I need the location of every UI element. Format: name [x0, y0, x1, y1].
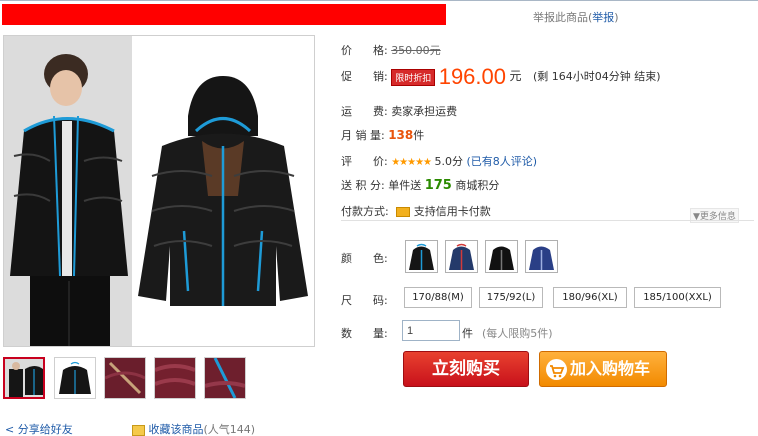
- buy-now-button[interactable]: 立刻购买: [403, 351, 529, 387]
- thumbnail-4[interactable]: [154, 357, 196, 399]
- cart-icon: [546, 359, 567, 380]
- shipping-value: 卖家承担运费: [391, 105, 458, 118]
- sales-unit: 件: [413, 129, 425, 142]
- quantity-label: 数 量:: [341, 327, 388, 340]
- thumbnail-2[interactable]: [54, 357, 96, 399]
- main-product-image[interactable]: [3, 35, 315, 347]
- points-prefix: 单件送: [388, 179, 422, 192]
- product-title-bar: [2, 4, 446, 25]
- points-label: 送 积 分:: [341, 179, 385, 192]
- price-label: 价 格:: [341, 44, 388, 57]
- quantity-unit: 件: [462, 327, 473, 340]
- credit-card-icon: [396, 207, 411, 217]
- add-to-cart-button[interactable]: 加入购物车: [539, 351, 667, 387]
- rating-value: 5.0分: [434, 155, 464, 168]
- folder-star-icon: [132, 424, 145, 436]
- quantity-input[interactable]: [402, 320, 460, 341]
- section-divider: [341, 220, 754, 221]
- color-swatch-navy[interactable]: [525, 240, 558, 273]
- original-price: 350.00元: [391, 44, 441, 57]
- promo-countdown: (剩 164小时04分钟 结束): [533, 70, 661, 83]
- payment-value: 支持信用卡付款: [413, 205, 491, 218]
- price-row: 价 格: 350.00元: [341, 42, 441, 58]
- shipping-label: 运 费:: [341, 105, 388, 118]
- size-option-xxl[interactable]: 185/100(XXL): [634, 287, 721, 308]
- rating-row: 评 价: ★★★★★ 5.0分 (已有8人评论): [341, 153, 537, 169]
- points-value: 175: [424, 178, 452, 193]
- size-option-xl[interactable]: 180/96(XL): [553, 287, 627, 308]
- color-swatch-navy-red[interactable]: [445, 240, 478, 273]
- sales-row: 月 销 量: 138件: [341, 127, 424, 143]
- rating-stars-icon: ★★★★★: [391, 157, 432, 168]
- promo-label: 促 销:: [341, 70, 388, 83]
- color-label: 颜 色:: [341, 252, 388, 265]
- promo-price: 196.00: [438, 64, 506, 89]
- favorite-label: 收藏该商品: [148, 423, 204, 436]
- shipping-row: 运 费: 卖家承担运费: [341, 103, 457, 119]
- promo-row: 促 销: 限时折扣 196.00 元 (剩 164小时04分钟 结束): [341, 64, 661, 90]
- promo-currency: 元: [509, 69, 522, 83]
- payment-row: 付款方式: 支持信用卡付款: [341, 203, 491, 219]
- report-prefix: 举报此商品: [533, 11, 588, 24]
- favorite-link[interactable]: 收藏该商品(人气144): [132, 421, 255, 436]
- thumbnail-1[interactable]: [3, 357, 45, 399]
- report-product[interactable]: 举报此商品(举报): [533, 9, 619, 25]
- size-option-l[interactable]: 175/92(L): [479, 287, 543, 308]
- points-row: 送 积 分: 单件送 175 商城积分: [341, 177, 499, 193]
- jacket-photo: [132, 36, 314, 346]
- promo-badge: 限时折扣: [391, 68, 436, 86]
- thumbnail-3[interactable]: [104, 357, 146, 399]
- sales-label: 月 销 量:: [341, 129, 385, 142]
- thumbnail-5[interactable]: [204, 357, 246, 399]
- size-option-m[interactable]: 170/88(M): [404, 287, 472, 308]
- color-swatch-black[interactable]: [485, 240, 518, 273]
- sales-value: 138: [388, 128, 414, 142]
- size-label: 尺 码:: [341, 294, 388, 307]
- rating-label: 评 价:: [341, 155, 388, 168]
- share-label: 分享给好友: [17, 423, 73, 436]
- report-link[interactable]: 举报: [592, 11, 614, 24]
- top-divider: [0, 0, 758, 1]
- points-suffix: 商城积分: [455, 179, 500, 192]
- add-to-cart-label: 加入购物车: [570, 359, 651, 378]
- color-swatch-blue-trim[interactable]: [405, 240, 438, 273]
- share-icon: <: [5, 423, 15, 436]
- quantity-limit: (每人限购5件): [482, 327, 553, 340]
- share-link[interactable]: < 分享给好友: [5, 421, 73, 436]
- payment-label: 付款方式:: [341, 205, 389, 218]
- model-photo: [4, 36, 132, 346]
- reviews-link[interactable]: (已有8人评论): [467, 155, 538, 168]
- popularity-count: (人气144): [203, 423, 256, 436]
